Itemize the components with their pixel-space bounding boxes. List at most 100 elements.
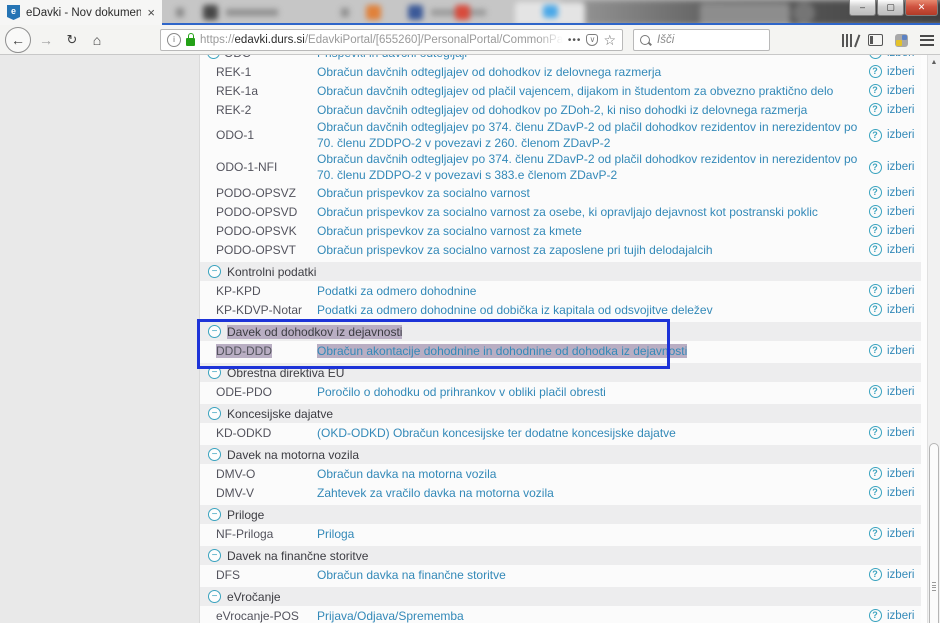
select-link[interactable]: izberi [887,608,921,623]
scroll-up-button[interactable]: ▲ [928,55,940,69]
pocket-icon[interactable]: ∨ [586,34,598,46]
page-info-icon[interactable]: i [167,33,181,47]
select-link[interactable]: izberi [887,384,921,400]
help-icon[interactable]: ? [869,65,882,78]
help-icon[interactable]: ? [869,467,882,480]
url-text[interactable]: https://edavki.durs.si/EdavkiPortal/[655… [200,34,563,46]
collapse-icon[interactable]: − [208,448,221,461]
help-icon[interactable]: ? [869,224,882,237]
select-link[interactable]: izberi [887,204,921,220]
select-link[interactable]: izberi [887,485,921,501]
minimize-button[interactable]: – [849,0,876,16]
select-link[interactable]: izberi [887,185,921,201]
help-icon[interactable]: ? [869,84,882,97]
page-actions-icon[interactable]: ••• [568,35,582,46]
doc-link[interactable]: Obračun prispevkov za socialno varnost [317,185,863,201]
doc-row: −PODOPrispevki in davčni odtegljaji?izbe… [200,55,921,62]
back-button[interactable]: ← [5,27,31,53]
collapse-icon[interactable]: − [208,549,221,562]
doc-link[interactable]: Zahtevek za vračilo davka na motorna voz… [317,485,863,501]
select-link[interactable]: izberi [887,64,921,80]
help-icon[interactable]: ? [869,344,882,357]
sidebar-icon[interactable] [868,34,883,46]
select-link[interactable]: izberi [887,127,921,143]
doc-link[interactable]: Prispevki in davčni odtegljaji [317,55,863,61]
collapse-icon[interactable]: − [208,590,221,603]
help-icon[interactable]: ? [869,527,882,540]
group-label: Koncesijske dajatve [227,407,333,421]
doc-link[interactable]: Priloga [317,526,863,542]
select-link[interactable]: izberi [887,425,921,441]
select-link[interactable]: izberi [887,159,921,175]
help-icon[interactable]: ? [869,129,882,142]
select-link[interactable]: izberi [887,567,921,583]
doc-link[interactable]: Obračun prispevkov za socialno varnost z… [317,242,863,258]
library-icon[interactable] [842,34,856,47]
select-link[interactable]: izberi [887,242,921,258]
close-button[interactable]: ✕ [905,0,938,16]
select-link[interactable]: izberi [887,343,921,359]
bookmark-star-icon[interactable]: ☆ [603,34,616,46]
padlock-icon[interactable] [186,38,195,46]
select-link[interactable]: izberi [887,302,921,318]
doc-link[interactable]: (OKD-ODKD) Obračun koncesijske ter dodat… [317,425,863,441]
scrollbar-thumb[interactable] [929,443,939,623]
navigation-toolbar: ← → ↻ ⌂ i https://edavki.durs.si/EdavkiP… [0,25,940,55]
doc-link[interactable]: Obračun prispevkov za socialno varnost z… [317,204,863,220]
doc-link[interactable]: Podatki za odmero dohodnine [317,283,863,299]
select-link[interactable]: izberi [887,55,921,61]
help-icon[interactable]: ? [869,426,882,439]
reload-button[interactable]: ↻ [61,32,83,48]
help-icon[interactable]: ? [869,303,882,316]
scrollbar-grip [932,582,936,592]
help-icon[interactable]: ? [869,161,882,174]
select-link[interactable]: izberi [887,283,921,299]
page-scrollbar[interactable]: ▲ [927,55,940,623]
help-cell: ? [863,224,887,237]
tab-close-icon[interactable]: × [147,8,155,18]
collapse-icon[interactable]: − [208,508,221,521]
doc-link[interactable]: Obračun prispevkov za socialno varnost z… [317,223,863,239]
doc-row: DDD-DDDObračun akontacije dohodnine in d… [200,341,921,360]
help-icon[interactable]: ? [869,568,882,581]
maximize-button[interactable]: ▢ [877,0,904,16]
extension-icon[interactable] [895,34,908,47]
doc-link[interactable]: Obračun davka na motorna vozila [317,466,863,482]
browser-tab[interactable]: e eDavki - Nov dokument × [0,0,162,25]
doc-link[interactable]: Obračun davčnih odtegljajev po 374. člen… [317,119,863,151]
menu-button[interactable] [920,35,934,46]
help-icon[interactable]: ? [869,243,882,256]
collapse-icon[interactable]: − [208,265,221,278]
doc-link[interactable]: Obračun davka na finančne storitve [317,567,863,583]
select-link[interactable]: izberi [887,102,921,118]
forward-button[interactable]: → [34,32,58,48]
doc-link[interactable]: Obračun davčnih odtegljajev od dohodkov … [317,102,863,118]
select-link[interactable]: izberi [887,83,921,99]
doc-link[interactable]: Obračun davčnih odtegljajev od dohodkov … [317,64,863,80]
search-bar[interactable] [633,29,770,51]
select-link[interactable]: izberi [887,466,921,482]
doc-link[interactable]: Podatki za odmero dohodnine od dobička i… [317,302,863,318]
search-input[interactable] [655,33,763,47]
url-bar[interactable]: i https://edavki.durs.si/EdavkiPortal/[6… [160,29,623,51]
doc-link[interactable]: Obračun davčnih odtegljajev od plačil va… [317,83,863,99]
help-icon[interactable]: ? [869,609,882,622]
help-icon[interactable]: ? [869,385,882,398]
collapse-icon[interactable]: − [208,407,221,420]
help-icon[interactable]: ? [869,55,882,59]
home-button[interactable]: ⌂ [86,32,108,48]
doc-link[interactable]: Obračun davčnih odtegljajev po 374. člen… [317,151,863,183]
doc-link[interactable]: Obračun akontacije dohodnine in dohodnin… [317,343,863,359]
doc-link[interactable]: Prijava/Odjava/Sprememba [317,608,863,623]
select-link[interactable]: izberi [887,223,921,239]
help-icon[interactable]: ? [869,186,882,199]
doc-row: DMV-VZahtevek za vračilo davka na motorn… [200,483,921,502]
help-icon[interactable]: ? [869,486,882,499]
select-link[interactable]: izberi [887,526,921,542]
help-icon[interactable]: ? [869,103,882,116]
collapse-icon[interactable]: − [208,325,221,338]
collapse-icon[interactable]: − [208,366,221,379]
doc-link[interactable]: Poročilo o dohodku od prihrankov v oblik… [317,384,863,400]
help-icon[interactable]: ? [869,284,882,297]
help-icon[interactable]: ? [869,205,882,218]
